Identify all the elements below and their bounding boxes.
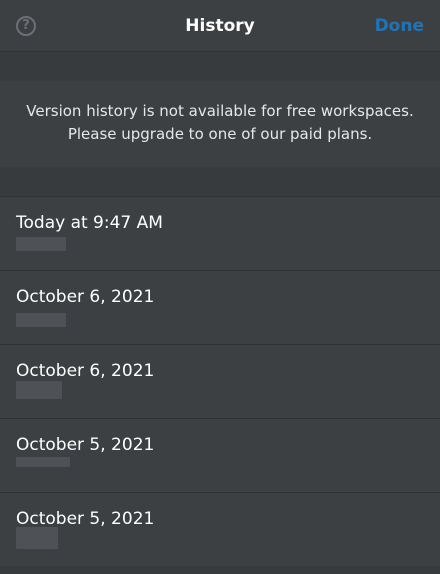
history-item-date: Today at 9:47 AM <box>16 213 163 233</box>
history-item-date: October 6, 2021 <box>16 287 155 307</box>
redacted-author <box>16 381 62 399</box>
history-item[interactable]: October 5, 2021 <box>0 492 440 566</box>
redacted-author <box>16 237 66 251</box>
history-item[interactable]: Today at 9:47 AM <box>0 196 440 270</box>
done-button[interactable]: Done <box>375 15 424 37</box>
notice-line-1: Version history is not available for fre… <box>26 102 414 120</box>
upgrade-notice: Version history is not available for fre… <box>0 81 440 167</box>
history-item-date: October 6, 2021 <box>16 361 155 381</box>
section-spacer <box>0 52 440 81</box>
notice-line-2: Please upgrade to one of our paid plans. <box>67 125 373 143</box>
redacted-author <box>16 457 70 467</box>
header-bar: ? History Done <box>0 0 440 52</box>
redacted-author <box>16 527 58 549</box>
history-item[interactable]: October 6, 2021 <box>0 344 440 418</box>
section-spacer <box>0 167 440 196</box>
redacted-author <box>16 313 66 327</box>
history-list: Today at 9:47 AM October 6, 2021 October… <box>0 196 440 566</box>
history-item[interactable]: October 5, 2021 <box>0 418 440 492</box>
history-item[interactable]: October 6, 2021 <box>0 270 440 344</box>
history-item-date: October 5, 2021 <box>16 435 155 455</box>
history-screen: ? History Done Version history is not av… <box>0 0 440 574</box>
